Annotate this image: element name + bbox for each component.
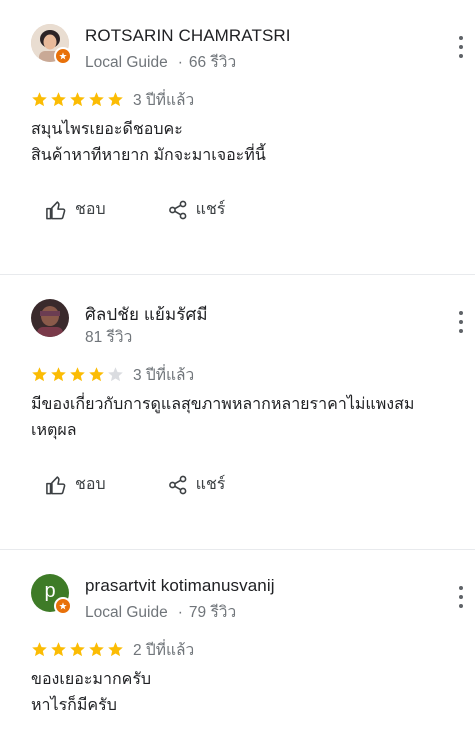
review-card: ศิลปชัย แย้มรัศมี 81 รีวิว 3 ปีที่แล้ว ม… (0, 274, 475, 549)
star-icon (89, 92, 104, 107)
review-card: ROTSARIN CHAMRATSRI Local Guide · 66 รีวิว… (0, 0, 475, 274)
review-count: 79 รีวิว (188, 604, 237, 621)
star-icon (89, 642, 104, 657)
local-guide-badge-icon (54, 597, 72, 615)
star-icon (32, 642, 47, 657)
avatar[interactable] (31, 299, 69, 337)
review-time: 2 ปีที่แล้ว (133, 642, 195, 659)
reviewer-name[interactable]: prasartvit kotimanusvanij (85, 576, 275, 596)
avatar[interactable]: p (31, 574, 72, 615)
review-text-line: สมุนไพรเยอะดีชอบคะ (31, 121, 183, 138)
review-count: 66 รีวิว (188, 54, 237, 71)
review-actions: ชอบ แชร์ (45, 472, 225, 497)
review-text: มีของเกี่ยวกับการดูแลสุขภาพหลากหลายราคาไ… (31, 392, 450, 444)
thumbs-up-icon (46, 200, 66, 219)
star-rating (31, 91, 124, 108)
rating-row: 3 ปีที่แล้ว (31, 362, 194, 387)
reviewer-meta: 81 รีวิว (85, 324, 132, 349)
star-icon (32, 92, 47, 107)
review-count: 81 รีวิว (85, 329, 133, 346)
star-icon (32, 367, 47, 382)
review-text-line: เหตุผล (31, 422, 77, 439)
review-text: ของเยอะมากครับ หาไรก็มีครับ (31, 667, 450, 719)
star-icon (70, 642, 85, 657)
rating-row: 2 ปีที่แล้ว (31, 637, 194, 662)
more-vert-icon[interactable] (457, 36, 465, 58)
local-guide-label: Local Guide (85, 604, 168, 621)
like-button[interactable]: ชอบ (45, 472, 106, 497)
rating-row: 3 ปีที่แล้ว (31, 87, 194, 112)
star-icon (108, 642, 123, 657)
more-vert-icon[interactable] (457, 311, 465, 333)
star-icon (108, 92, 123, 107)
star-rating (31, 641, 124, 658)
review-text-line: ของเยอะมากครับ (31, 671, 152, 688)
thumbs-up-icon (46, 475, 66, 494)
local-guide-badge-icon (54, 47, 72, 65)
share-button[interactable]: แชร์ (168, 197, 226, 222)
avatar-photo (31, 299, 69, 337)
like-label: ชอบ (75, 201, 106, 218)
local-guide-label: Local Guide (85, 54, 168, 71)
star-rating (31, 366, 124, 383)
star-icon (51, 92, 66, 107)
share-icon (168, 475, 187, 494)
review-text-line: มีของเกี่ยวกับการดูแลสุขภาพหลากหลายราคาไ… (31, 396, 415, 413)
review-actions: ชอบ แชร์ (45, 197, 225, 222)
share-icon (168, 200, 187, 219)
review-text-line: หาไรก็มีครับ (31, 697, 117, 714)
star-icon (70, 92, 85, 107)
share-label: แชร์ (195, 201, 226, 218)
star-icon (89, 367, 104, 382)
like-button[interactable]: ชอบ (45, 197, 106, 222)
more-vert-icon[interactable] (457, 586, 465, 608)
review-card: p prasartvit kotimanusvanij Local Guide ·… (0, 549, 475, 734)
meta-separator: · (177, 54, 183, 71)
star-icon (108, 367, 123, 382)
share-label: แชร์ (195, 476, 226, 493)
review-text: สมุนไพรเยอะดีชอบคะ สินค้าหาทีหายาก มักจะ… (31, 117, 450, 169)
review-time: 3 ปีที่แล้ว (133, 92, 195, 109)
avatar[interactable] (31, 24, 72, 65)
review-time: 3 ปีที่แล้ว (133, 367, 195, 384)
share-button[interactable]: แชร์ (168, 472, 226, 497)
reviewer-meta: Local Guide · 66 รีวิว (85, 49, 236, 74)
reviewer-meta: Local Guide · 79 รีวิว (85, 599, 236, 624)
meta-separator: · (177, 604, 183, 621)
star-icon (51, 367, 66, 382)
reviewer-name[interactable]: ROTSARIN CHAMRATSRI (85, 26, 291, 46)
star-icon (70, 367, 85, 382)
star-icon (51, 642, 66, 657)
like-label: ชอบ (75, 476, 106, 493)
review-text-line: สินค้าหาทีหายาก มักจะมาเจอะที่นี้ (31, 147, 266, 164)
